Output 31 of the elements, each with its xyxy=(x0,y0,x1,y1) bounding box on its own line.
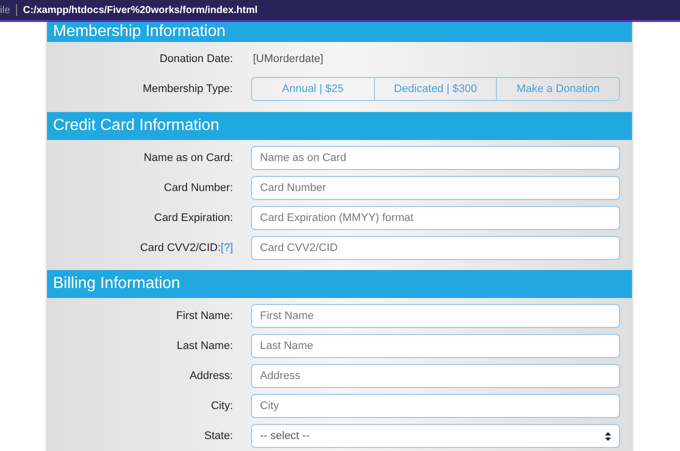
text-input[interactable]: Card Number xyxy=(251,176,620,200)
field-value: [UMorderdate] xyxy=(252,52,324,67)
section-header: Credit Card Information xyxy=(47,112,632,140)
field-label: Name as on Card: xyxy=(144,150,233,166)
membership-option[interactable]: Annual | $25 xyxy=(251,77,375,101)
field-label: First Name: xyxy=(176,308,233,324)
field-label: Card Expiration: xyxy=(154,210,233,226)
field-label: State: xyxy=(204,428,233,444)
text-input[interactable]: First Name xyxy=(251,304,620,328)
text-input[interactable]: Last Name xyxy=(251,334,620,358)
field-label: Address: xyxy=(190,368,233,384)
url-text[interactable]: C:/xampp/htdocs/Fiver%20works/form/index.html xyxy=(23,2,258,18)
field-label: Card CVV2/CID: xyxy=(140,240,221,256)
text-input[interactable]: Name as on Card xyxy=(251,146,620,170)
membership-option[interactable]: Dedicated | $300 xyxy=(374,77,498,101)
text-input[interactable]: Address xyxy=(251,364,620,388)
section-header: Membership Information xyxy=(47,22,632,42)
field-label: Donation Date: xyxy=(160,52,233,67)
text-input[interactable]: City xyxy=(251,394,620,418)
field-label: City: xyxy=(211,398,233,414)
text-input[interactable]: Card CVV2/CID xyxy=(251,236,620,260)
field-label: Membership Type: xyxy=(142,82,233,97)
field-label: Card Number: xyxy=(164,180,233,196)
text-input[interactable]: Card Expiration (MMYY) format xyxy=(251,206,620,230)
field-label: Last Name: xyxy=(176,338,233,354)
menu-label: ile xyxy=(0,4,10,18)
section-header: Billing Information xyxy=(47,270,632,298)
membership-option[interactable]: Make a Donation xyxy=(497,77,620,101)
state-select[interactable]: -- select -- xyxy=(251,424,620,448)
up-down-caret-icon xyxy=(605,432,611,440)
help-link[interactable]: [?] xyxy=(220,240,233,256)
